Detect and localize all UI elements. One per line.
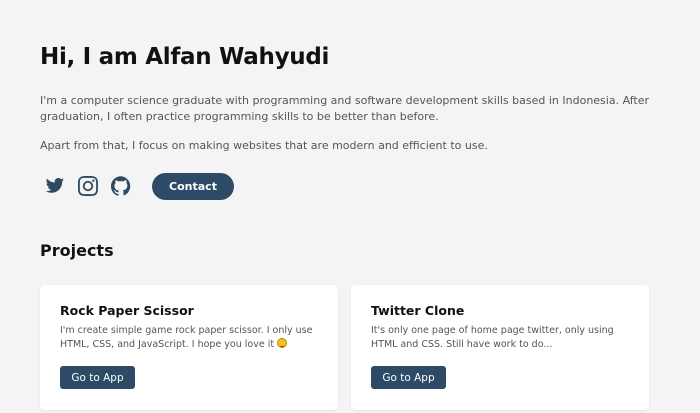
twitter-icon[interactable] xyxy=(44,175,66,197)
project-description: I'm create simple game rock paper scisso… xyxy=(60,325,313,350)
page-title: Hi, I am Alfan Wahyudi xyxy=(40,44,330,70)
project-card: Rock Paper Scissor I'm create simple gam… xyxy=(40,285,338,410)
projects-heading: Projects xyxy=(40,241,114,260)
project-card: Twitter Clone It's only one page of home… xyxy=(351,285,649,410)
bio-paragraph-1: I'm a computer science graduate with pro… xyxy=(40,94,649,123)
bio-paragraph-2: Apart from that, I focus on making websi… xyxy=(40,139,488,152)
go-to-app-button[interactable]: Go to App xyxy=(60,366,135,389)
portfolio-page: Hi, I am Alfan Wahyudi I'm a computer sc… xyxy=(0,0,700,413)
project-title: Rock Paper Scissor xyxy=(60,303,194,318)
instagram-icon[interactable] xyxy=(77,175,99,197)
smiling-face-icon xyxy=(277,338,288,348)
project-description: It's only one page of home page twitter,… xyxy=(371,325,614,350)
go-to-app-button[interactable]: Go to App xyxy=(371,366,446,389)
github-icon[interactable] xyxy=(110,175,132,197)
project-title: Twitter Clone xyxy=(371,303,465,318)
contact-button[interactable]: Contact xyxy=(152,173,234,200)
social-links xyxy=(44,175,132,197)
